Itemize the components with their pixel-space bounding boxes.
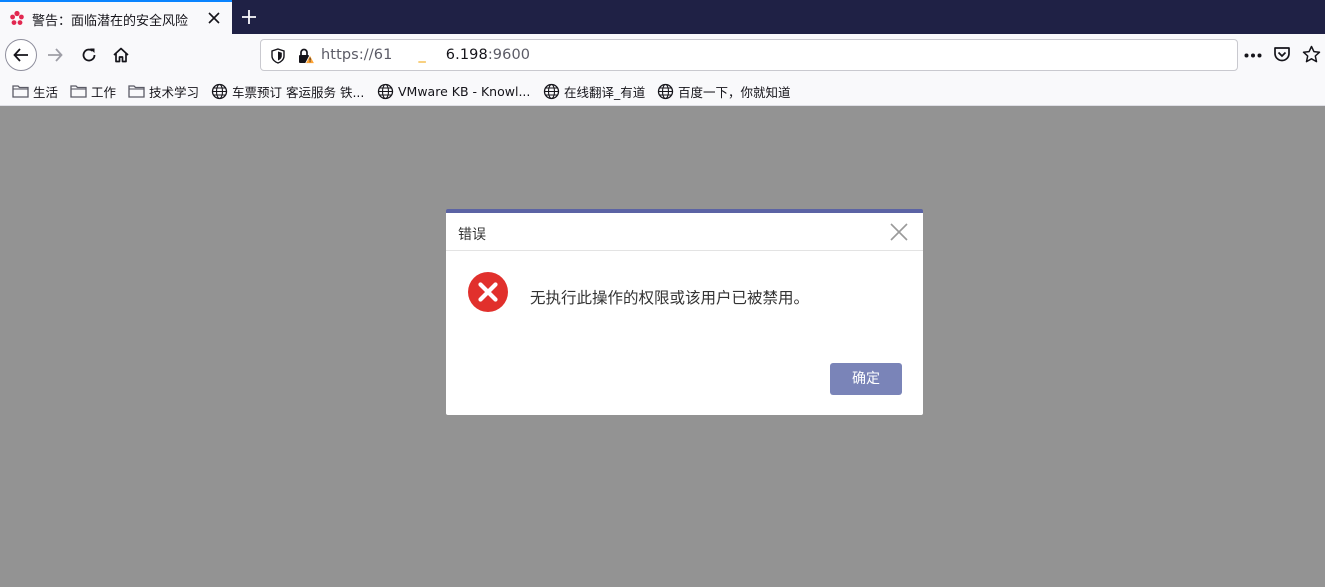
tab-title: 警告：面临潜在的安全风险 — [32, 14, 189, 29]
arrow-left-icon — [13, 48, 28, 62]
folder-icon — [12, 85, 29, 98]
url-host: 6.198 — [445, 47, 488, 63]
close-icon[interactable] — [889, 222, 909, 242]
bookmark-label: 在线翻译_有道 — [564, 84, 646, 100]
bookmark-baidu[interactable]: 百度一下，你就知道 — [657, 81, 791, 101]
url-prefix: https://61 — [321, 47, 393, 63]
shield-icon[interactable] — [271, 48, 285, 64]
tab-active[interactable]: 警告：面临潜在的安全风险 — [0, 0, 232, 34]
new-tab-icon[interactable] — [241, 9, 257, 25]
globe-icon — [377, 83, 394, 99]
url-mid: _ — [418, 47, 426, 63]
arrow-right-icon — [48, 48, 63, 62]
dialog-header: 错误 — [446, 213, 923, 251]
bookmark-label: VMware KB - Knowl... — [398, 83, 531, 99]
error-icon — [468, 272, 508, 312]
bookmark-label: 生活 — [33, 84, 59, 100]
address-bar[interactable]: https://61 _ 6.198:9600 — [260, 39, 1238, 71]
bookmarks-toolbar: 生活 工作 技术学习 车票预订 客运服务 铁... VMware KB - Kn… — [0, 76, 1325, 106]
bookmark-folder-work[interactable]: 工作 — [70, 81, 116, 101]
dialog-title: 错误 — [458, 227, 486, 243]
warning-page-icon — [10, 10, 24, 25]
bookmark-vmware-kb[interactable]: VMware KB - Knowl... — [377, 81, 530, 101]
reload-button[interactable] — [74, 40, 104, 70]
bookmark-folder-tech[interactable]: 技术学习 — [128, 81, 199, 101]
forward-button[interactable] — [40, 40, 70, 70]
bookmark-label: 车票预订 客运服务 铁... — [232, 84, 365, 100]
back-button[interactable] — [5, 39, 37, 71]
globe-icon — [657, 83, 674, 99]
url-port: :9600 — [487, 47, 531, 63]
bookmark-label: 百度一下，你就知道 — [678, 84, 791, 100]
globe-icon — [543, 83, 560, 99]
navigation-toolbar: https://61 _ 6.198:9600 — [0, 34, 1325, 76]
url-text[interactable]: https://61 _ 6.198:9600 — [321, 47, 530, 63]
tab-strip: 警告：面临潜在的安全风险 — [0, 0, 1325, 34]
insecure-lock-icon[interactable] — [297, 47, 315, 65]
bookmark-label: 工作 — [91, 84, 117, 100]
folder-icon — [128, 85, 145, 98]
bookmark-star-icon[interactable] — [1302, 45, 1321, 64]
error-dialog: 错误 无执行此操作的权限或该用户已被禁用。 确定 — [446, 209, 923, 415]
folder-icon — [70, 85, 87, 98]
bookmark-youdao[interactable]: 在线翻译_有道 — [543, 81, 645, 101]
bookmark-folder-life[interactable]: 生活 — [12, 81, 58, 101]
bookmark-label: 技术学习 — [149, 84, 200, 100]
close-tab-icon[interactable] — [208, 12, 220, 24]
globe-icon — [211, 83, 228, 99]
reload-icon — [82, 48, 96, 62]
error-message: 无执行此操作的权限或该用户已被禁用。 — [530, 289, 810, 307]
home-icon — [113, 47, 129, 63]
ok-button[interactable]: 确定 — [830, 363, 902, 395]
page-actions-icon[interactable] — [1244, 53, 1262, 58]
home-button[interactable] — [106, 40, 136, 70]
pocket-icon[interactable] — [1273, 46, 1291, 63]
bookmark-train-tickets[interactable]: 车票预订 客运服务 铁... — [211, 81, 364, 101]
